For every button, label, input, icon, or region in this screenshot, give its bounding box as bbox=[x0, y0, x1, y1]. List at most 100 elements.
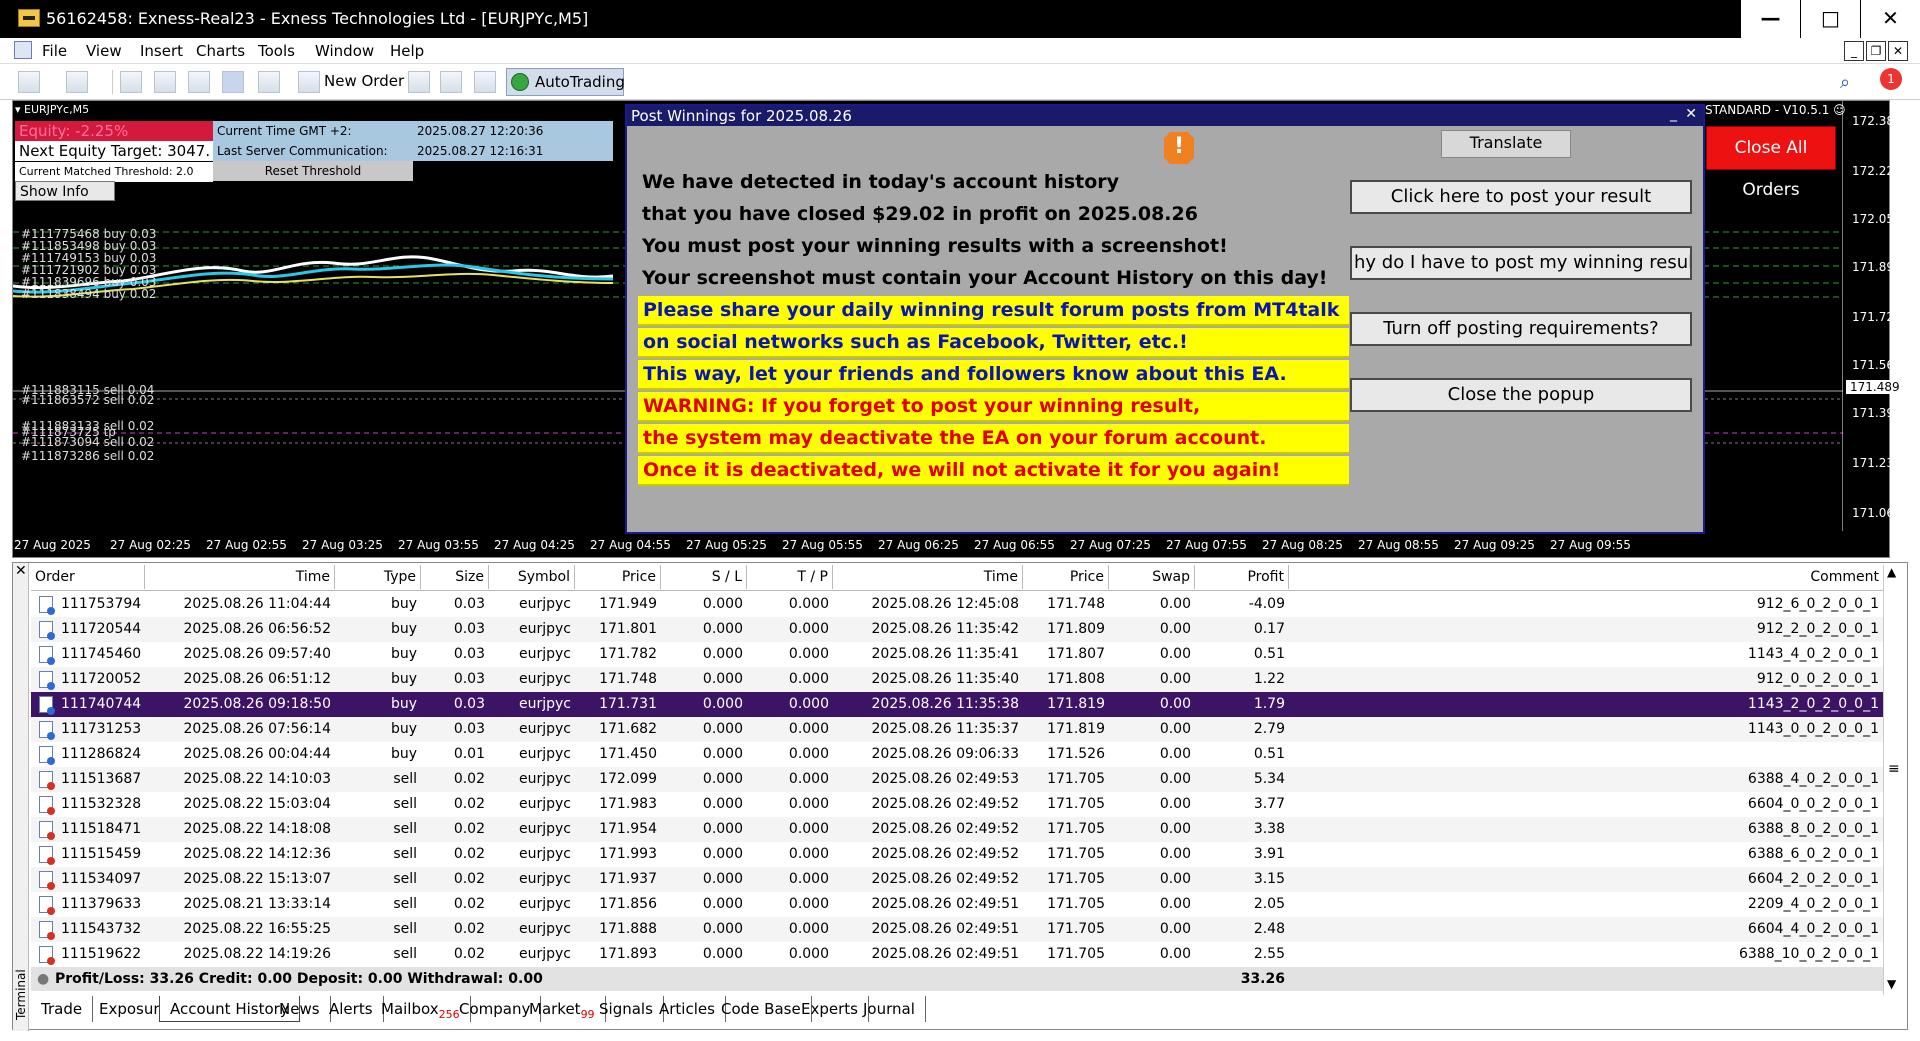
new-order-button[interactable]: New Order bbox=[324, 72, 404, 90]
history-row[interactable]: 111515459 2025.08.22 14:12:36 sell 0.02 eurj… bbox=[31, 842, 1883, 867]
x-axis-tick: 27 Aug 09:25 bbox=[1454, 538, 1535, 552]
terminal-scrollbar[interactable]: ▲ ≡ ▼ bbox=[1883, 565, 1905, 995]
app-icon bbox=[18, 9, 40, 27]
col-swap[interactable]: Swap bbox=[1109, 565, 1195, 589]
col-order[interactable]: Order bbox=[31, 565, 145, 589]
popup-message: that you have closed $29.02 in profit on… bbox=[642, 203, 1198, 225]
col-sl[interactable]: S / L bbox=[661, 565, 747, 589]
menu-help[interactable]: Help bbox=[390, 42, 424, 60]
buy-order-icon bbox=[39, 671, 55, 690]
menu-view[interactable]: View bbox=[86, 42, 122, 60]
history-row[interactable]: 111532328 2025.08.22 15:03:04 sell 0.02 eurj… bbox=[31, 792, 1883, 817]
history-row[interactable]: 111720544 2025.08.26 06:56:52 buy 0.03 eurjp… bbox=[31, 617, 1883, 642]
menu-file[interactable]: File bbox=[42, 42, 67, 60]
cell-swap: 0.00 bbox=[1159, 646, 1191, 662]
cell-sl: 0.000 bbox=[702, 646, 743, 662]
navigator-icon[interactable] bbox=[188, 71, 210, 93]
cell-size: 0.02 bbox=[453, 796, 485, 812]
strategy-tester-icon[interactable] bbox=[258, 71, 280, 93]
cell-order: 111515459 bbox=[61, 846, 142, 862]
turn-off-posting-button[interactable]: Turn off posting requirements? bbox=[1350, 312, 1692, 346]
history-row[interactable]: 111518471 2025.08.22 14:18:08 sell 0.02 eurj… bbox=[31, 817, 1883, 842]
data-window-icon[interactable] bbox=[154, 71, 176, 93]
cell-swap: 0.00 bbox=[1159, 896, 1191, 912]
history-row[interactable]: 111543732 2025.08.22 16:55:25 sell 0.02 eurj… bbox=[31, 917, 1883, 942]
x-axis-tick: 27 Aug 02:55 bbox=[206, 538, 287, 552]
tab-trade[interactable]: Trade bbox=[31, 996, 94, 1022]
signals-icon[interactable] bbox=[440, 71, 462, 93]
history-row[interactable]: 111379633 2025.08.21 13:33:14 sell 0.02 eurj… bbox=[31, 892, 1883, 917]
cell-profit: 0.17 bbox=[1253, 621, 1285, 637]
scroll-down-icon[interactable]: ▼ bbox=[1887, 977, 1896, 991]
col-close-price[interactable]: Price bbox=[1023, 565, 1109, 589]
mdi-minimize-icon[interactable]: _ bbox=[1844, 41, 1864, 61]
history-row[interactable]: 111286824 2025.08.26 00:04:44 buy 0.01 eurjp… bbox=[31, 742, 1883, 767]
terminal-icon[interactable] bbox=[222, 71, 244, 93]
close-button[interactable]: ✕ bbox=[1860, 0, 1920, 38]
scroll-up-icon[interactable]: ▲ bbox=[1887, 565, 1896, 579]
menu-tools[interactable]: Tools bbox=[258, 42, 295, 60]
minimize-button[interactable]: — bbox=[1740, 0, 1800, 38]
history-row[interactable]: 111534097 2025.08.22 15:13:07 sell 0.02 eurj… bbox=[31, 867, 1883, 892]
history-row[interactable]: 111740744 2025.08.26 09:18:50 buy 0.03 eurjp… bbox=[31, 692, 1883, 717]
autotrading-button[interactable]: AutoTrading bbox=[506, 68, 625, 96]
translate-button[interactable]: Translate bbox=[1441, 130, 1571, 158]
cell-comment: 912_6_0_2_0_0_1 bbox=[1756, 596, 1879, 612]
cell-sl: 0.000 bbox=[702, 671, 743, 687]
cell-swap: 0.00 bbox=[1159, 921, 1191, 937]
post-result-button[interactable]: Click here to post your result bbox=[1350, 180, 1692, 214]
maximize-button[interactable]: □ bbox=[1800, 0, 1860, 38]
search-icon[interactable]: ⌕ bbox=[1840, 72, 1850, 93]
cell-profit: 3.15 bbox=[1253, 871, 1285, 887]
close-all-orders-button[interactable]: Close All Orders bbox=[1706, 126, 1836, 200]
history-row[interactable]: 111753794 2025.08.26 11:04:44 buy 0.03 eurjp… bbox=[31, 592, 1883, 617]
vps-icon[interactable] bbox=[474, 71, 496, 93]
col-tp[interactable]: T / P bbox=[747, 565, 833, 589]
col-type[interactable]: Type bbox=[335, 565, 421, 589]
menu-charts[interactable]: Charts bbox=[196, 42, 245, 60]
mdi-close-icon[interactable]: ✕ bbox=[1888, 41, 1908, 61]
terminal-close-icon[interactable]: ✕ bbox=[15, 563, 27, 579]
profiles-icon[interactable] bbox=[66, 71, 88, 93]
menu-window[interactable]: Window bbox=[315, 42, 374, 60]
col-open-price[interactable]: Price bbox=[575, 565, 661, 589]
close-popup-button[interactable]: Close the popup bbox=[1350, 378, 1692, 412]
col-size[interactable]: Size bbox=[421, 565, 489, 589]
trade-label: #111863572 sell 0.02 bbox=[21, 393, 155, 407]
new-order-icon[interactable] bbox=[298, 71, 320, 93]
history-row[interactable]: 111513687 2025.08.22 14:10:03 sell 0.02 eurj… bbox=[31, 767, 1883, 792]
reset-threshold-button[interactable]: Reset Threshold bbox=[213, 161, 413, 181]
scroll-grip-icon[interactable]: ≡ bbox=[1888, 761, 1900, 777]
cell-profit: 0.51 bbox=[1253, 646, 1285, 662]
market-watch-icon[interactable] bbox=[120, 71, 142, 93]
notification-badge[interactable]: 1 bbox=[1880, 68, 1902, 90]
new-chart-icon[interactable] bbox=[18, 71, 40, 93]
menu-insert[interactable]: Insert bbox=[140, 42, 183, 60]
cell-size: 0.03 bbox=[453, 696, 485, 712]
metaeditor-icon[interactable] bbox=[408, 71, 430, 93]
show-info-button[interactable]: Show Info bbox=[15, 181, 115, 201]
cell-profit: 2.79 bbox=[1253, 721, 1285, 737]
cell-comment: 6604_2_0_2_0_0_1 bbox=[1747, 871, 1879, 887]
popup-minimize-icon[interactable]: _ bbox=[1670, 106, 1677, 122]
cell-cprice: 171.705 bbox=[1047, 846, 1105, 862]
history-row[interactable]: 111720052 2025.08.26 06:51:12 buy 0.03 eurjp… bbox=[31, 667, 1883, 692]
history-row[interactable]: 111731253 2025.08.26 07:56:14 buy 0.03 eurjp… bbox=[31, 717, 1883, 742]
col-close-time[interactable]: Time bbox=[833, 565, 1023, 589]
y-axis-tick: 171.560 bbox=[1852, 358, 1902, 372]
why-post-button[interactable]: hy do I have to post my winning resul bbox=[1350, 246, 1692, 280]
col-symbol[interactable]: Symbol bbox=[489, 565, 575, 589]
cell-swap: 0.00 bbox=[1159, 671, 1191, 687]
mdi-restore-icon[interactable]: ❐ bbox=[1866, 41, 1886, 61]
col-comment[interactable]: Comment bbox=[1289, 565, 1883, 589]
col-open-time[interactable]: Time bbox=[145, 565, 335, 589]
cell-symbol: eurjpyc bbox=[518, 921, 571, 937]
history-row[interactable]: 111745460 2025.08.26 09:57:40 buy 0.03 eurjp… bbox=[31, 642, 1883, 667]
tab-journal[interactable]: Journal bbox=[853, 996, 926, 1022]
col-profit[interactable]: Profit bbox=[1195, 565, 1289, 589]
sell-order-icon bbox=[39, 796, 55, 815]
y-axis-tick: 171.230 bbox=[1852, 456, 1902, 470]
popup-close-icon[interactable]: ✕ bbox=[1685, 106, 1697, 122]
cell-comment: 6604_0_0_2_0_0_1 bbox=[1747, 796, 1879, 812]
history-row[interactable]: 111519622 2025.08.22 14:19:26 sell 0.02 eurj… bbox=[31, 942, 1883, 967]
